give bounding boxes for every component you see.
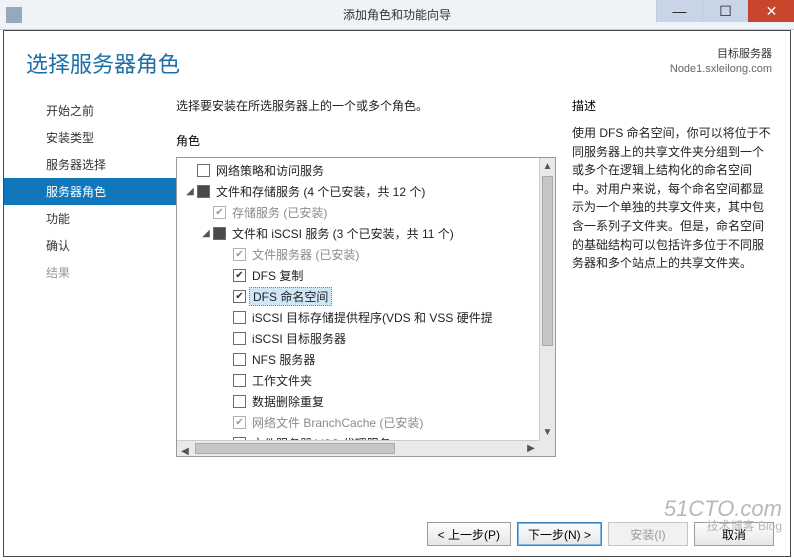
tree-row-9[interactable]: NFS 服务器 <box>177 349 539 370</box>
tree-label[interactable]: 文件和 iSCSI 服务 (3 个已安装，共 11 个) <box>232 227 454 241</box>
target-value: Node1.sxleilong.com <box>670 62 772 77</box>
cancel-button[interactable]: 取消 <box>694 522 774 546</box>
checkbox[interactable] <box>233 374 246 387</box>
scroll-down-icon[interactable]: ▼ <box>540 424 555 440</box>
tree-row-8[interactable]: iSCSI 目标服务器 <box>177 328 539 349</box>
sidebar-item-3[interactable]: 服务器角色 <box>4 178 176 205</box>
checkbox[interactable] <box>197 164 210 177</box>
tree-label[interactable]: 数据删除重复 <box>252 395 324 409</box>
scroll-left-icon[interactable]: ◀ <box>177 444 193 457</box>
app-icon <box>6 7 22 23</box>
checkbox <box>233 416 246 429</box>
scroll-thumb-horizontal[interactable] <box>195 443 395 454</box>
window-title: 添加角色和功能向导 <box>343 6 451 23</box>
scroll-right-icon[interactable]: ▶ <box>523 441 539 456</box>
tree-label[interactable]: iSCSI 目标存储提供程序(VDS 和 VSS 硬件提 <box>252 311 493 325</box>
tree-label[interactable]: DFS 命名空间 <box>253 290 328 304</box>
prev-button[interactable]: < 上一步(P) <box>427 522 511 546</box>
sidebar-item-1[interactable]: 安装类型 <box>4 124 176 151</box>
wizard-sidebar: 开始之前安装类型服务器选择服务器角色功能确认结果 <box>4 97 176 512</box>
checkbox[interactable] <box>233 395 246 408</box>
tree-label[interactable]: 文件服务器 (已安装) <box>252 248 359 262</box>
scroll-corner <box>539 440 555 456</box>
checkbox[interactable] <box>233 290 246 303</box>
tree-label[interactable]: iSCSI 目标服务器 <box>252 332 346 346</box>
wizard-footer: < 上一步(P) 下一步(N) > 安装(I) 取消 <box>4 512 790 556</box>
vertical-scrollbar[interactable]: ▲ ▼ <box>539 158 555 440</box>
titlebar: 添加角色和功能向导 — ☐ ✕ <box>0 0 794 30</box>
window-buttons: — ☐ ✕ <box>656 0 794 22</box>
tree-label[interactable]: 工作文件夹 <box>252 374 312 388</box>
close-button[interactable]: ✕ <box>748 0 794 22</box>
tree-label[interactable]: 网络文件 BranchCache (已安装) <box>252 416 423 430</box>
description-body: 使用 DFS 命名空间，你可以将位于不同服务器上的共享文件夹分组到一个或多个在逻… <box>572 124 772 273</box>
sidebar-item-4[interactable]: 功能 <box>4 205 176 232</box>
tree-row-2[interactable]: 存储服务 (已安装) <box>177 202 539 223</box>
minimize-button[interactable]: — <box>656 0 702 22</box>
checkbox[interactable] <box>233 269 246 282</box>
sidebar-item-0[interactable]: 开始之前 <box>4 97 176 124</box>
install-button: 安装(I) <box>608 522 688 546</box>
checkbox[interactable] <box>233 311 246 324</box>
scroll-thumb-vertical[interactable] <box>542 176 553 346</box>
scroll-up-icon[interactable]: ▲ <box>540 158 555 174</box>
maximize-button[interactable]: ☐ <box>702 0 748 22</box>
tree-row-4[interactable]: 文件服务器 (已安装) <box>177 244 539 265</box>
tree-label[interactable]: 存储服务 (已安装) <box>232 206 327 220</box>
roles-tree: 网络策略和访问服务 ◢ 文件和存储服务 (4 个已安装，共 12 个) 存储服务 (已… <box>176 157 556 457</box>
horizontal-scrollbar[interactable]: ◀ ▶ <box>177 440 539 456</box>
tree-label[interactable]: NFS 服务器 <box>252 353 315 367</box>
page-title: 选择服务器角色 <box>26 47 670 79</box>
roles-header: 角色 <box>176 132 556 149</box>
tree-row-6[interactable]: DFS 命名空间 <box>177 286 539 307</box>
tree-row-0[interactable]: 网络策略和访问服务 <box>177 160 539 181</box>
tree-label[interactable]: 网络策略和访问服务 <box>216 164 324 178</box>
target-server-box: 目标服务器 Node1.sxleilong.com <box>670 47 772 78</box>
checkbox[interactable] <box>233 332 246 345</box>
next-button[interactable]: 下一步(N) > <box>517 522 602 546</box>
intro-text: 选择要安装在所选服务器上的一个或多个角色。 <box>176 97 556 114</box>
description-header: 描述 <box>572 97 772 114</box>
expand-icon[interactable]: ◢ <box>183 186 197 197</box>
sidebar-item-5[interactable]: 确认 <box>4 232 176 259</box>
tree-label[interactable]: 文件和存储服务 (4 个已安装，共 12 个) <box>216 185 425 199</box>
checkbox[interactable] <box>197 185 210 198</box>
sidebar-item-6: 结果 <box>4 259 176 286</box>
tree-row-7[interactable]: iSCSI 目标存储提供程序(VDS 和 VSS 硬件提 <box>177 307 539 328</box>
tree-row-11[interactable]: 数据删除重复 <box>177 391 539 412</box>
checkbox[interactable] <box>233 353 246 366</box>
checkbox <box>213 206 226 219</box>
tree-row-1[interactable]: ◢ 文件和存储服务 (4 个已安装，共 12 个) <box>177 181 539 202</box>
sidebar-item-2[interactable]: 服务器选择 <box>4 151 176 178</box>
tree-row-12[interactable]: 网络文件 BranchCache (已安装) <box>177 412 539 433</box>
tree-row-13[interactable]: 文件服务器 VSS 代理服务 <box>177 433 539 440</box>
tree-row-3[interactable]: ◢ 文件和 iSCSI 服务 (3 个已安装，共 11 个) <box>177 223 539 244</box>
tree-label[interactable]: DFS 复制 <box>252 269 303 283</box>
checkbox[interactable] <box>213 227 226 240</box>
tree-row-5[interactable]: DFS 复制 <box>177 265 539 286</box>
wizard-frame: 选择服务器角色 目标服务器 Node1.sxleilong.com 开始之前安装… <box>3 30 791 557</box>
checkbox <box>233 248 246 261</box>
target-label: 目标服务器 <box>670 47 772 62</box>
tree-row-10[interactable]: 工作文件夹 <box>177 370 539 391</box>
expand-icon[interactable]: ◢ <box>199 228 213 239</box>
